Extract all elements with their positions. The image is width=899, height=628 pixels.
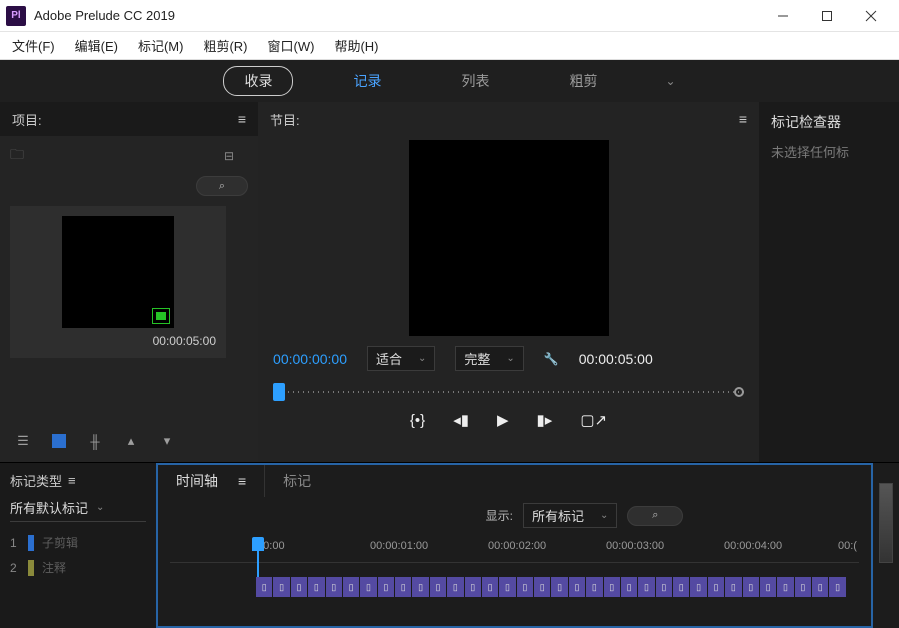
image-type-icon xyxy=(152,308,170,324)
filter-icon[interactable]: ⊟ xyxy=(224,149,234,163)
resolution-dropdown[interactable]: 完整⌄ xyxy=(455,346,523,371)
marker-type-panel: 标记类型 ≡ 所有默认标记⌄ 1 子剪辑 2 注释 xyxy=(0,463,156,628)
inspector-empty-text: 未选择任何标 xyxy=(759,142,899,161)
sort-down-icon[interactable]: ▾ xyxy=(158,434,176,448)
app-icon: Pl xyxy=(6,6,26,26)
menu-file[interactable]: 文件(F) xyxy=(4,32,63,59)
marker-type-title: 标记类型 xyxy=(10,471,62,490)
search-input[interactable]: ⌕ xyxy=(196,176,248,196)
project-toolbar: ☰ ╫ ▴ ▾ xyxy=(10,428,248,454)
chevron-down-icon[interactable]: ⌄ xyxy=(665,74,675,88)
program-body: 00:00:00:00 适合⌄ 完整⌄ 🔧 00:00:05:00 {•} ◂▮… xyxy=(258,136,759,462)
menu-help[interactable]: 帮助(H) xyxy=(326,32,386,59)
ruler-tick: 00:00:03:00 xyxy=(606,540,664,552)
program-title: 节目: xyxy=(270,110,300,129)
color-swatch-blue xyxy=(28,535,34,551)
scrub-bar[interactable] xyxy=(273,381,744,403)
project-body: 🗀 ⊟ ⌕ 00:00:05:00 ☰ ╫ xyxy=(0,136,258,462)
timeline-tab[interactable]: 时间轴≡ xyxy=(158,465,265,497)
timeline-playhead[interactable] xyxy=(252,537,264,551)
menu-edit[interactable]: 编辑(E) xyxy=(67,32,126,59)
current-timecode[interactable]: 00:00:00:00 xyxy=(273,351,347,367)
close-button[interactable] xyxy=(849,2,893,30)
project-panel-head: 项目: ≡ xyxy=(0,102,258,136)
transport-controls: {•} ◂▮ ▶ ▮▸ ▢↗ xyxy=(410,411,607,429)
marker-type-item-subclip[interactable]: 1 子剪辑 xyxy=(10,530,146,555)
titlebar: Pl Adobe Prelude CC 2019 xyxy=(0,0,899,32)
mark-inout-icon[interactable]: {•} xyxy=(410,412,425,429)
color-swatch-yellow xyxy=(28,560,34,576)
zoom-fit-dropdown[interactable]: 适合⌄ xyxy=(367,346,435,371)
inspector-title: 标记检查器 xyxy=(759,102,899,142)
app-body: 收录 记录 列表 粗剪 ⌄ 项目: ≡ 🗀 ⊟ ⌕ xyxy=(0,60,899,628)
project-panel: 项目: ≡ 🗀 ⊟ ⌕ 00:00:05:00 xyxy=(0,102,258,462)
maximize-button[interactable] xyxy=(805,2,849,30)
clip-segments[interactable]: ▯▯▯▯▯ ▯▯▯▯▯ ▯▯▯▯▯ ▯▯▯▯▯ ▯▯▯▯▯ ▯▯▯▯▯ ▯▯▯▯ xyxy=(256,577,847,597)
ruler-tick: 00:00:02:00 xyxy=(488,540,546,552)
export-icon[interactable]: ▢↗ xyxy=(580,411,607,429)
clip-thumbnail xyxy=(62,216,174,328)
tab-roughcut[interactable]: 粗剪 xyxy=(549,67,617,95)
step-forward-icon[interactable]: ▮▸ xyxy=(537,411,553,429)
zoom-slider[interactable] xyxy=(873,463,899,628)
bottom-row: 标记类型 ≡ 所有默认标记⌄ 1 子剪辑 2 注释 时间轴≡ xyxy=(0,462,899,628)
timeline-track[interactable]: ▯▯▯▯▯ ▯▯▯▯▯ ▯▯▯▯▯ ▯▯▯▯▯ ▯▯▯▯▯ ▯▯▯▯▯ ▯▯▯▯ xyxy=(170,562,859,602)
minimize-button[interactable] xyxy=(761,2,805,30)
menu-marker[interactable]: 标记(M) xyxy=(130,32,192,59)
settings-icon[interactable]: 🔧 xyxy=(544,352,559,366)
program-panel: 节目: ≡ 00:00:00:00 适合⌄ 完整⌄ 🔧 00:00:05:00 xyxy=(258,102,759,462)
timeline-head: 时间轴≡ 标记 xyxy=(158,465,871,497)
tab-ingest[interactable]: 收录 xyxy=(223,66,293,96)
ruler-tick: 00:00:01:00 xyxy=(370,540,428,552)
marker-inspector-panel: 标记检查器 未选择任何标 xyxy=(759,102,899,462)
show-markers-dropdown[interactable]: 所有标记⌄ xyxy=(523,503,617,528)
marker-type-item-comment[interactable]: 2 注释 xyxy=(10,555,146,580)
play-icon[interactable]: ▶ xyxy=(497,411,509,429)
total-timecode: 00:00:05:00 xyxy=(579,351,653,367)
timeline-panel: 时间轴≡ 标记 显示: 所有标记⌄ ⌕ :00:00 00:00:01:00 0… xyxy=(156,463,873,628)
workspace-tabs: 收录 记录 列表 粗剪 ⌄ xyxy=(0,60,899,102)
freeform-icon[interactable]: ╫ xyxy=(86,434,104,448)
panel-menu-icon[interactable]: ≡ xyxy=(238,473,246,489)
panel-menu-icon[interactable]: ≡ xyxy=(238,111,246,127)
scrub-track xyxy=(273,391,744,393)
thumb-view-icon[interactable] xyxy=(50,434,68,448)
middle-row: 项目: ≡ 🗀 ⊟ ⌕ 00:00:05:00 xyxy=(0,102,899,462)
tab-list[interactable]: 列表 xyxy=(441,67,509,95)
playhead[interactable] xyxy=(273,383,285,401)
clip-thumbnail-container[interactable]: 00:00:05:00 xyxy=(10,206,226,358)
markers-tab[interactable]: 标记 xyxy=(265,471,329,491)
app-title: Adobe Prelude CC 2019 xyxy=(34,8,761,23)
project-title: 项目: xyxy=(12,110,42,129)
tab-logging[interactable]: 记录 xyxy=(333,67,401,95)
program-panel-head: 节目: ≡ xyxy=(258,102,759,136)
slider-track xyxy=(879,483,893,563)
folder-icon[interactable]: 🗀 xyxy=(10,144,24,168)
timeline-subhead: 显示: 所有标记⌄ ⌕ xyxy=(158,497,871,534)
menubar: 文件(F) 编辑(E) 标记(M) 粗剪(R) 窗口(W) 帮助(H) xyxy=(0,32,899,60)
program-preview[interactable] xyxy=(409,140,609,336)
list-view-icon[interactable]: ☰ xyxy=(14,434,32,448)
sort-up-icon[interactable]: ▴ xyxy=(122,434,140,448)
timeline-ruler[interactable]: :00:00 00:00:01:00 00:00:02:00 00:00:03:… xyxy=(170,540,871,560)
show-label: 显示: xyxy=(486,507,513,524)
clip-duration: 00:00:05:00 xyxy=(20,334,216,348)
menu-roughcut[interactable]: 粗剪(R) xyxy=(195,32,255,59)
timeline-search-input[interactable]: ⌕ xyxy=(627,506,683,526)
panel-menu-icon[interactable]: ≡ xyxy=(739,111,747,127)
ruler-tick: 00:00:04:00 xyxy=(724,540,782,552)
marker-template-dropdown[interactable]: 所有默认标记⌄ xyxy=(10,498,146,522)
ruler-tick: 00:( xyxy=(838,540,857,552)
panel-menu-icon[interactable]: ≡ xyxy=(68,473,76,488)
step-back-icon[interactable]: ◂▮ xyxy=(453,411,469,429)
menu-window[interactable]: 窗口(W) xyxy=(260,32,323,59)
scrub-end-marker xyxy=(734,387,744,397)
